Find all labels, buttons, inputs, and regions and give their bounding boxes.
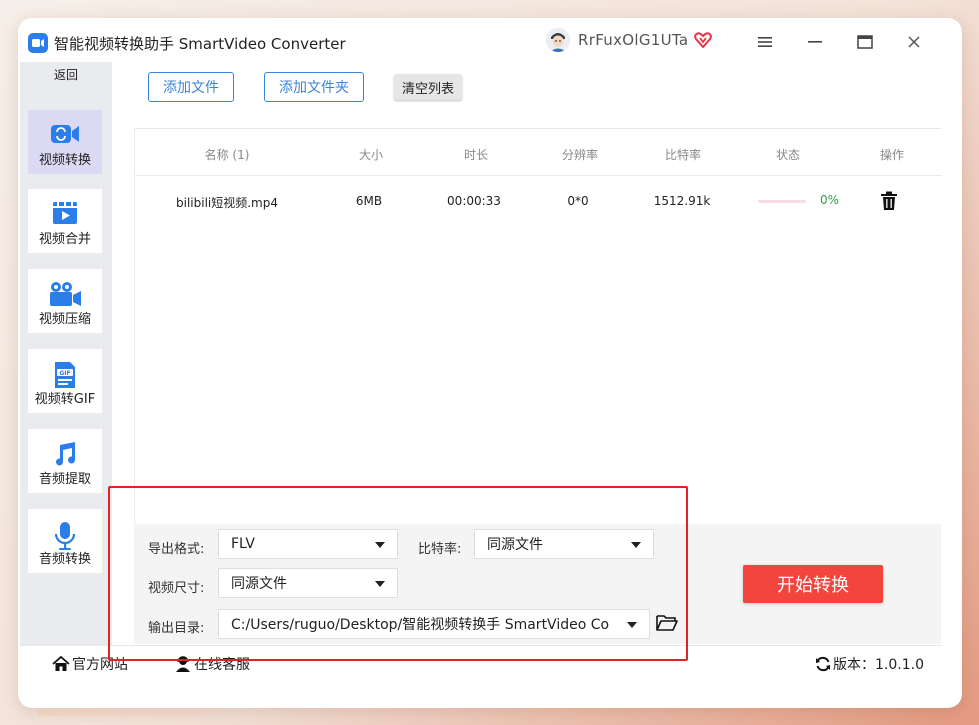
- format-value: FLV: [231, 536, 255, 552]
- video-compress-icon: [50, 282, 81, 306]
- progress-percent: 0%: [820, 193, 840, 207]
- refresh-icon: [816, 656, 830, 672]
- col-name[interactable]: 名称 (1): [205, 146, 250, 163]
- online-support-label: 在线客服: [194, 657, 250, 673]
- toolbar: 添加文件 添加文件夹 清空列表: [130, 70, 920, 104]
- sidebar-item-label: 视频合并: [38, 232, 91, 247]
- sidebar: 返回 视频转换 视频合并 视频压缩 GIF 视频转GIF 音频提取 音频转换: [20, 62, 112, 645]
- sidebar-item-audio-convert[interactable]: 音频转换: [28, 509, 102, 573]
- sidebar-item-label: 视频压缩: [38, 312, 91, 327]
- table-row[interactable]: bilibili短视频.mp4 6MB 00:00:33 0*0 1512.91…: [135, 177, 942, 227]
- chevron-down-icon: [627, 622, 637, 628]
- progress-bar: [758, 200, 806, 203]
- home-icon: [52, 656, 70, 671]
- table-header: 名称 (1) 大小 时长 分辨率 比特率 状态 操作: [135, 129, 942, 176]
- size-select[interactable]: 同源文件: [218, 568, 398, 598]
- version-label: 版本：1.0.1.0: [833, 657, 924, 673]
- output-dir-select[interactable]: C:/Users/ruguo/Desktop/智能视频转换手 SmartVide…: [218, 609, 650, 639]
- bitrate-select[interactable]: 同源文件: [474, 529, 654, 559]
- close-icon[interactable]: [904, 32, 924, 52]
- sidebar-item-label: 视频转换: [38, 153, 91, 168]
- file-size: 6MB: [355, 194, 383, 208]
- output-dir-value: C:/Users/ruguo/Desktop/智能视频转换手 SmartVide…: [231, 617, 610, 633]
- svg-text:GIF: GIF: [59, 370, 70, 377]
- back-button[interactable]: 返回: [20, 66, 112, 83]
- add-folder-button[interactable]: 添加文件夹: [264, 72, 364, 102]
- start-convert-button[interactable]: 开始转换: [743, 565, 883, 603]
- username: RrFuxOlG1UTa: [578, 31, 689, 49]
- avatar[interactable]: [546, 28, 570, 52]
- col-duration[interactable]: 时长: [464, 146, 488, 163]
- col-action: 操作: [879, 148, 905, 162]
- video-merge-icon: [53, 202, 77, 224]
- maximize-icon[interactable]: [855, 32, 875, 52]
- support-agent-icon: [176, 656, 190, 672]
- size-value: 同源文件: [231, 576, 287, 592]
- vip-heart-icon[interactable]: [694, 32, 713, 48]
- file-duration: 00:00:33: [447, 194, 501, 208]
- music-note-icon: [56, 442, 75, 466]
- file-name: bilibili短视频.mp4: [176, 196, 278, 210]
- col-bitrate[interactable]: 比特率: [665, 146, 701, 163]
- version-info[interactable]: 版本：1.0.1.0: [815, 654, 924, 674]
- folder-open-icon[interactable]: [656, 614, 678, 632]
- col-resolution[interactable]: 分辨率: [562, 146, 598, 163]
- clear-list-button[interactable]: 清空列表: [394, 74, 462, 100]
- official-website-link[interactable]: 官方网站: [52, 654, 128, 674]
- title-bar: 智能视频转换助手 SmartVideo Converter RrFuxOlG1U…: [20, 24, 936, 62]
- format-select[interactable]: FLV: [218, 529, 398, 559]
- sidebar-item-label: 音频提取: [38, 472, 91, 487]
- output-settings-panel: 导出格式: FLV 比特率: 同源文件 视频尺寸: 同源文件 输出目录: C:/…: [134, 524, 941, 644]
- col-status: 状态: [775, 148, 801, 162]
- video-convert-icon: [51, 125, 79, 143]
- background-decoration: [38, 708, 224, 716]
- gif-icon: GIF: [55, 362, 75, 388]
- sidebar-item-audio-extract[interactable]: 音频提取: [28, 429, 102, 493]
- file-bitrate: 1512.91k: [653, 194, 711, 208]
- footer: 官方网站 在线客服 版本：1.0.1.0: [20, 645, 942, 685]
- sidebar-item-video-gif[interactable]: GIF 视频转GIF: [28, 349, 102, 413]
- size-label: 视频尺寸:: [148, 581, 205, 596]
- online-support-link[interactable]: 在线客服: [174, 654, 250, 674]
- col-size[interactable]: 大小: [359, 146, 383, 163]
- menu-icon[interactable]: [755, 32, 775, 52]
- output-dir-label: 输出目录:: [148, 621, 205, 636]
- format-label: 导出格式:: [148, 542, 205, 557]
- file-resolution: 0*0: [567, 194, 589, 208]
- delete-icon[interactable]: [880, 191, 898, 211]
- official-website-label: 官方网站: [72, 657, 128, 673]
- bitrate-label: 比特率:: [418, 542, 462, 557]
- app-title: 智能视频转换助手 SmartVideo Converter: [54, 34, 346, 53]
- app-logo-icon: [28, 33, 48, 53]
- chevron-down-icon: [375, 542, 385, 548]
- microphone-icon: [54, 522, 76, 550]
- sidebar-item-video-merge[interactable]: 视频合并: [28, 189, 102, 253]
- user-area[interactable]: RrFuxOlG1UTa: [546, 28, 713, 52]
- chevron-down-icon: [631, 542, 641, 548]
- add-file-button[interactable]: 添加文件: [148, 72, 234, 102]
- sidebar-item-label: 视频转GIF: [34, 392, 96, 407]
- minimize-icon[interactable]: [805, 32, 825, 52]
- sidebar-item-video-compress[interactable]: 视频压缩: [28, 269, 102, 333]
- bitrate-value: 同源文件: [487, 537, 543, 553]
- sidebar-item-video-convert[interactable]: 视频转换: [28, 110, 102, 174]
- file-table: 名称 (1) 大小 时长 分辨率 比特率 状态 操作 bilibili短视频.m…: [134, 128, 942, 524]
- chevron-down-icon: [375, 581, 385, 587]
